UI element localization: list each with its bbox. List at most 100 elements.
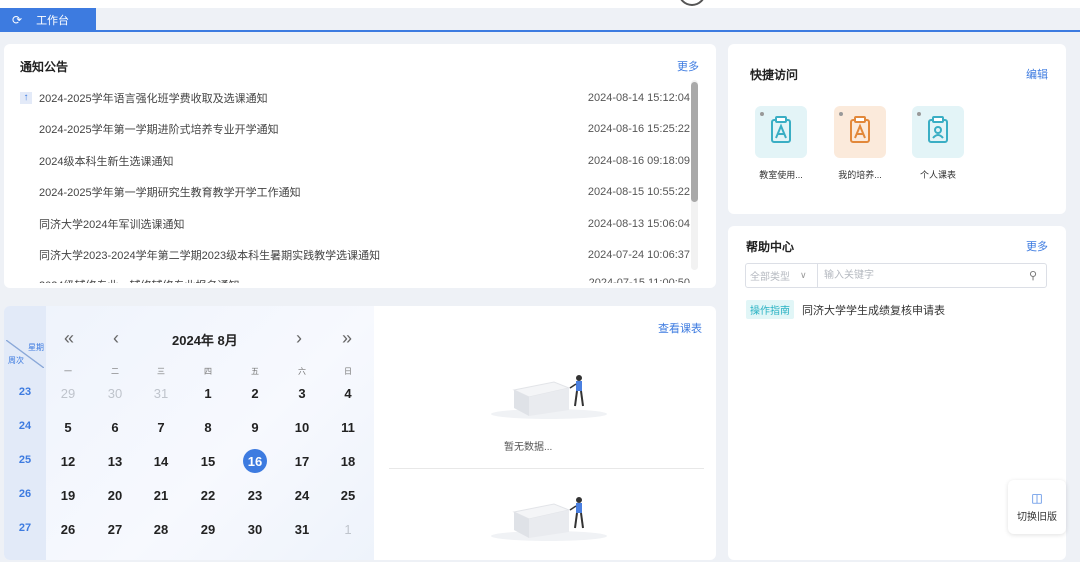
notice-item-date: 2024-08-16 09:18:09 <box>587 154 690 167</box>
weekday-header: 三 <box>157 367 165 376</box>
notice-card: 通知公告 更多 ↑ 2024-2025学年语言强化班学费收取及选课通知 2024-0… <box>4 44 716 288</box>
calendar-day[interactable]: 29 <box>53 386 83 401</box>
calendar-day[interactable]: 3 <box>287 386 317 401</box>
next-year-button[interactable]: » <box>342 328 352 349</box>
quick-access-label: 我的培养... <box>838 170 882 180</box>
calendar-day[interactable]: 18 <box>333 454 363 469</box>
prev-month-button[interactable]: ‹ <box>113 328 119 349</box>
notice-title: 通知公告 <box>20 60 69 74</box>
next-month-button[interactable]: › <box>296 328 302 349</box>
calendar-day[interactable]: 1 <box>333 522 363 537</box>
calendar-day[interactable]: 7 <box>146 420 176 435</box>
notice-item[interactable]: 2024-2025学年第一学期进阶式培养专业开学通知 2024-08-16 15:… <box>20 114 690 146</box>
help-item-tag: 操作指南 <box>746 300 794 319</box>
calendar-day[interactable]: 9 <box>240 420 270 435</box>
quick-access-edit-link[interactable]: 编辑 <box>1026 66 1048 82</box>
calendar-day[interactable]: 22 <box>193 488 223 503</box>
decoration-dot <box>760 112 764 116</box>
quick-access-card: 快捷访问 编辑 教室使用... 我的培养... 个人课表 <box>728 44 1066 214</box>
notice-item-title[interactable]: 2024级辅修专业一辅修辅修专业报名通知 <box>39 277 580 283</box>
notice-list: ↑ 2024-2025学年语言强化班学费收取及选课通知 2024-08-14 15:… <box>20 82 690 283</box>
weekday-header: 五 <box>251 367 259 376</box>
notice-more-link[interactable]: 更多 <box>677 58 699 74</box>
calendar-day[interactable]: 8 <box>193 420 223 435</box>
empty-box-illustration-2 <box>491 497 607 541</box>
calendar-day[interactable]: 19 <box>53 488 83 503</box>
week-number: 26 <box>18 488 32 500</box>
calendar-day[interactable]: 12 <box>53 454 83 469</box>
corner-week-label: 周次 <box>8 356 24 365</box>
quick-access-item[interactable]: 个人课表 <box>911 106 965 181</box>
prev-year-button[interactable]: « <box>64 328 74 349</box>
weekday-header: 四 <box>204 367 212 376</box>
tab-workbench[interactable]: ⟳ 工作台 <box>0 8 96 32</box>
calendar-day-today[interactable]: 16 <box>240 454 270 469</box>
calendar-day[interactable]: 10 <box>287 420 317 435</box>
calendar-day[interactable]: 23 <box>240 488 270 503</box>
calendar-day[interactable]: 11 <box>333 420 363 435</box>
notice-item[interactable]: 同济大学2023-2024学年第二学期2023级本科生暑期实践教学选课通知 202… <box>20 240 690 272</box>
calendar-day[interactable]: 24 <box>287 488 317 503</box>
calendar-day[interactable]: 26 <box>53 522 83 537</box>
top-bar <box>0 0 1080 8</box>
tab-bar: ⟳ 工作台 <box>0 8 1080 32</box>
calendar-day[interactable]: 31 <box>146 386 176 401</box>
notice-item-title[interactable]: 同济大学2024年军训选课通知 <box>39 216 580 232</box>
calendar-day[interactable]: 13 <box>100 454 130 469</box>
corner-weekday-label: 星期 <box>28 343 44 352</box>
notice-item-date: 2024-07-15 11:00:50 <box>588 277 690 283</box>
help-more-link[interactable]: 更多 <box>1026 238 1048 254</box>
calendar-day[interactable]: 5 <box>53 420 83 435</box>
calendar-day[interactable]: 28 <box>146 522 176 537</box>
tab-workbench-label: 工作台 <box>36 15 70 27</box>
calendar-month-title: 2024年 8月 <box>172 333 238 348</box>
calendar-day[interactable]: 1 <box>193 386 223 401</box>
view-schedule-link[interactable]: 查看课表 <box>658 320 702 336</box>
help-type-select[interactable]: 全部类型 ∨ <box>746 264 818 287</box>
help-filter-bar: 全部类型 ∨ ⚲ <box>745 263 1047 288</box>
quick-access-title: 快捷访问 <box>750 68 799 82</box>
pin-top-icon: ↑ <box>20 91 32 104</box>
help-keyword-input[interactable] <box>818 264 1020 287</box>
notice-item-date: 2024-08-15 10:55:22 <box>587 186 690 199</box>
notice-scrollbar[interactable] <box>691 80 698 270</box>
calendar-day[interactable]: 29 <box>193 522 223 537</box>
calendar-day[interactable]: 31 <box>287 522 317 537</box>
notice-item-title[interactable]: 2024-2025学年第一学期进阶式培养专业开学通知 <box>39 121 580 137</box>
calendar-day[interactable]: 25 <box>333 488 363 503</box>
quick-access-item[interactable]: 教室使用... <box>754 106 808 181</box>
notice-item[interactable]: 2024级辅修专业一辅修辅修专业报名通知 2024-07-15 11:00:50 <box>20 271 690 283</box>
notice-item[interactable]: ↑ 2024-2025学年语言强化班学费收取及选课通知 2024-08-14 15:… <box>20 82 690 114</box>
notice-item-date: 2024-08-16 15:25:22 <box>587 123 690 136</box>
calendar-day[interactable]: 30 <box>100 386 130 401</box>
calendar-day[interactable]: 2 <box>240 386 270 401</box>
notice-item-title[interactable]: 2024-2025学年语言强化班学费收取及选课通知 <box>39 90 580 106</box>
calendar-day[interactable]: 14 <box>146 454 176 469</box>
quick-access-label: 教室使用... <box>759 170 803 180</box>
weekday-header: 一 <box>64 367 72 376</box>
notice-item-title[interactable]: 同济大学2023-2024学年第二学期2023级本科生暑期实践教学选课通知 <box>39 247 580 263</box>
help-item-title: 同济大学学生成绩复核申请表 <box>802 304 945 317</box>
calendar-day[interactable]: 20 <box>100 488 130 503</box>
calendar-day[interactable]: 4 <box>333 386 363 401</box>
calendar-day[interactable]: 17 <box>287 454 317 469</box>
week-number: 24 <box>18 420 32 432</box>
empty-state-text: 暂无数据... <box>504 442 553 453</box>
calendar-day[interactable]: 30 <box>240 522 270 537</box>
notice-scrollbar-thumb[interactable] <box>691 82 698 202</box>
calendar-day[interactable]: 21 <box>146 488 176 503</box>
switch-old-version-button[interactable]: ◫ 切换旧版 <box>1008 480 1066 534</box>
weekday-header: 二 <box>111 367 119 376</box>
notice-item-title[interactable]: 2024-2025学年第一学期研究生教育教学开学工作通知 <box>39 184 580 200</box>
help-list-item[interactable]: 操作指南 同济大学学生成绩复核申请表 <box>746 300 945 319</box>
notice-item[interactable]: 2024-2025学年第一学期研究生教育教学开学工作通知 2024-08-15 1… <box>20 177 690 209</box>
calendar-day[interactable]: 15 <box>193 454 223 469</box>
refresh-icon[interactable]: ⟳ <box>12 13 22 27</box>
calendar-day[interactable]: 6 <box>100 420 130 435</box>
search-icon[interactable]: ⚲ <box>1020 269 1046 282</box>
notice-item-title[interactable]: 2024级本科生新生选课通知 <box>39 153 580 169</box>
calendar-day[interactable]: 27 <box>100 522 130 537</box>
notice-item[interactable]: 同济大学2024年军训选课通知 2024-08-13 15:06:04 <box>20 208 690 240</box>
notice-item[interactable]: 2024级本科生新生选课通知 2024-08-16 09:18:09 <box>20 145 690 177</box>
quick-access-item[interactable]: 我的培养... <box>833 106 887 181</box>
